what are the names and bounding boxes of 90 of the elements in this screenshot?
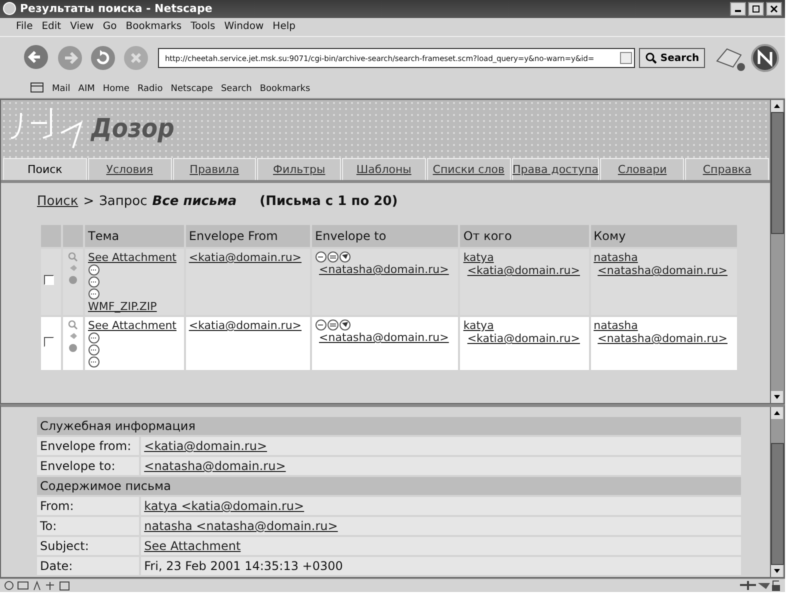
menu-item[interactable]: Help [272, 21, 296, 32]
envelope-to-link[interactable]: <natasha@domain.ru> [315, 262, 456, 276]
menu-item[interactable]: File [16, 21, 33, 32]
tab[interactable]: Условия [88, 158, 172, 180]
scroll-down-icon[interactable] [771, 565, 783, 578]
attachment-icon[interactable] [88, 264, 100, 276]
field-label: Date: [37, 556, 140, 575]
connection-icon [739, 580, 757, 592]
envelope-icons [315, 250, 352, 263]
envelope-icons [315, 318, 352, 331]
lock-icon [771, 580, 781, 592]
attachment-icon[interactable] [88, 276, 100, 288]
search-icon [645, 52, 658, 64]
column-header: Envelope From [186, 224, 310, 247]
menu-item[interactable]: Edit [42, 21, 62, 32]
tab[interactable]: Правила [172, 158, 256, 180]
tab[interactable]: Поиск [3, 158, 87, 180]
logo-text: Дозор [91, 114, 174, 144]
tab[interactable]: Справка [685, 158, 769, 180]
breadcrumb-link[interactable]: Поиск [37, 194, 78, 209]
query-name: Все письма [152, 194, 237, 209]
maximize-icon [752, 4, 760, 13]
result-row[interactable]: See Attachment <katia@domain.ru> <natasha@domain.ru> katya <katia@domain.ru> natasha <natasha@domain.ru> [41, 316, 737, 370]
field-label: From: [37, 496, 140, 515]
row-actions-icon[interactable] [66, 318, 80, 355]
toolbar-link[interactable]: Mail [52, 84, 70, 94]
recipient-name-link[interactable]: natasha [594, 318, 734, 332]
menu-item[interactable]: Tools [190, 21, 216, 32]
field-value-link[interactable]: See Attachment [144, 538, 241, 553]
section-header: Служебная информация [37, 416, 741, 435]
section-header: Содержимое письма [37, 476, 741, 495]
tab[interactable]: Списки слов [426, 158, 510, 180]
attachment-link[interactable]: WMF_ZIP.ZIP [88, 300, 181, 313]
recipient-address-link[interactable]: <natasha@domain.ru> [594, 332, 734, 345]
attachment-icon[interactable] [88, 344, 100, 356]
maximize-button[interactable] [748, 2, 764, 16]
column-header: Кому [590, 224, 737, 247]
search-button[interactable]: Search [639, 48, 706, 68]
column-header: Envelope to [312, 224, 458, 247]
menu-item[interactable]: Bookmarks [126, 21, 182, 32]
scroll-down-icon[interactable] [771, 390, 783, 403]
app-icon [3, 2, 16, 16]
tab[interactable]: Права доступа [512, 158, 600, 180]
field-label: Envelope to: [37, 456, 140, 475]
close-button[interactable] [766, 2, 782, 16]
scroll-up-icon[interactable] [771, 100, 783, 112]
field-value: Fri, 23 Feb 2001 14:35:13 +0300 [144, 558, 343, 573]
field-label: Envelope from: [37, 436, 140, 455]
menu-item[interactable]: Window [224, 21, 264, 32]
result-range: (Письма с 1 по 20) [260, 194, 398, 209]
close-icon [770, 4, 778, 13]
menu-item[interactable]: Go [102, 21, 117, 32]
field-label: Subject: [37, 536, 140, 555]
field-value-link[interactable]: <natasha@domain.ru> [144, 458, 286, 473]
window-title: Результаты поиска - Netscape [20, 2, 212, 16]
column-header: От кого [460, 224, 589, 247]
scrollbar[interactable] [770, 406, 784, 578]
tab[interactable]: Фильтры [257, 158, 341, 180]
toolbar-link[interactable]: Netscape [170, 84, 213, 94]
toolbar-link[interactable]: Bookmarks [260, 84, 310, 94]
toolbar-link[interactable]: AIM [78, 84, 95, 94]
row-checkbox[interactable] [44, 275, 54, 286]
minimize-button[interactable] [730, 2, 746, 16]
toolbar-link[interactable]: Radio [137, 84, 163, 94]
sender-name-link[interactable]: katya [463, 250, 586, 264]
breadcrumb-separator: > [83, 194, 94, 209]
attachment-icon[interactable] [88, 332, 100, 344]
tab[interactable]: Словари [600, 158, 684, 180]
sender-address-link[interactable]: <katia@domain.ru> [463, 332, 586, 345]
column-header: Тема [85, 224, 184, 247]
result-row[interactable]: See Attachment WMF_ZIP.ZIP <katia@domain.ru> <natasha@domain.ru> katya <katia@domain.ru> natasha <natasha@domain.ru> [41, 248, 737, 315]
minimize-icon [735, 10, 741, 12]
attachment-icon[interactable] [88, 288, 100, 300]
sender-address-link[interactable]: <katia@domain.ru> [463, 264, 586, 277]
recipient-name-link[interactable]: natasha [594, 250, 734, 264]
field-value-link[interactable]: <katia@domain.ru> [144, 438, 268, 453]
toolbar-link[interactable]: Home [102, 84, 130, 94]
field-label: To: [37, 516, 140, 535]
subject-link[interactable]: See Attachment [88, 250, 181, 264]
envelope-from-link[interactable]: <katia@domain.ru> [188, 250, 302, 264]
toolbar-link[interactable]: Search [220, 84, 252, 94]
tab[interactable]: Шаблоны [342, 158, 426, 180]
breadcrumb-label: Запрос [99, 194, 148, 209]
recipient-address-link[interactable]: <natasha@domain.ru> [594, 264, 734, 277]
scroll-up-icon[interactable] [771, 406, 783, 419]
netscape-logo-icon[interactable] [750, 43, 779, 74]
attachment-icon[interactable] [88, 356, 100, 368]
scrollbar[interactable] [770, 100, 784, 403]
sender-name-link[interactable]: katya [463, 318, 586, 332]
menu-item[interactable]: View [70, 21, 94, 32]
